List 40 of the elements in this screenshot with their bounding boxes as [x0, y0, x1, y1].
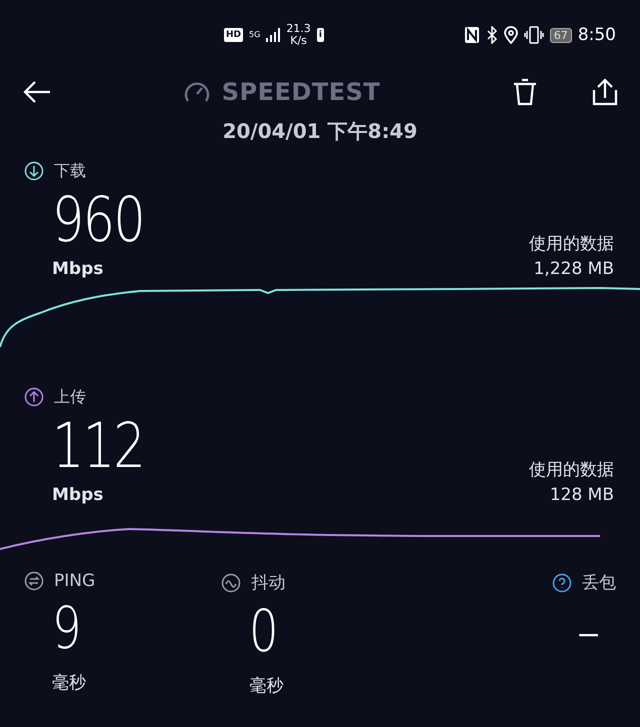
ping-icon — [24, 571, 44, 591]
upload-icon — [24, 387, 44, 407]
stat-value: 0 — [249, 602, 279, 660]
speed-unit: Mbps — [52, 259, 104, 279]
share-icon[interactable] — [592, 78, 618, 106]
hd-icon: HD — [224, 28, 244, 42]
location-icon — [504, 26, 518, 44]
nfc-icon — [464, 26, 480, 44]
stat-label: PING — [54, 571, 96, 591]
app-title: SPEEDTEST — [222, 78, 380, 106]
stat-label: 抖动 — [251, 572, 286, 594]
help-icon — [552, 572, 572, 592]
test-date: 20/04/01 下午8:49 — [222, 118, 418, 145]
result-label: 下载 — [54, 160, 86, 182]
stat-value: – — [576, 602, 600, 660]
signal-icon — [266, 28, 280, 42]
data-used-value: 128 MB — [550, 485, 614, 505]
trash-icon[interactable] — [512, 78, 538, 106]
data-used-label: 使用的数据 — [529, 459, 614, 481]
stat-label: 丢包 — [582, 572, 616, 594]
stat-unit: 毫秒 — [52, 672, 86, 694]
network-speed: 21.3 K/s — [286, 22, 311, 48]
speed-value: 960 — [52, 189, 144, 251]
back-arrow-icon[interactable] — [22, 80, 52, 104]
stat-value: 9 — [52, 599, 82, 657]
battery-icon: 67 — [550, 28, 572, 42]
result-label: 上传 — [54, 386, 86, 408]
clock-time: 8:50 — [578, 26, 616, 44]
speedometer-icon — [184, 80, 210, 104]
download-icon — [24, 161, 44, 181]
data-used-value: 1,228 MB — [534, 259, 614, 279]
data-used-label: 使用的数据 — [529, 233, 614, 255]
vibrate-icon — [524, 26, 544, 44]
speed-value: 112 — [52, 415, 144, 477]
jitter-icon — [221, 572, 242, 592]
notification-icon: i — [316, 28, 324, 42]
bluetooth-icon — [486, 26, 498, 44]
speed-unit: Mbps — [52, 485, 104, 505]
stat-unit: 毫秒 — [249, 675, 284, 697]
network-type: 5G — [249, 31, 260, 39]
